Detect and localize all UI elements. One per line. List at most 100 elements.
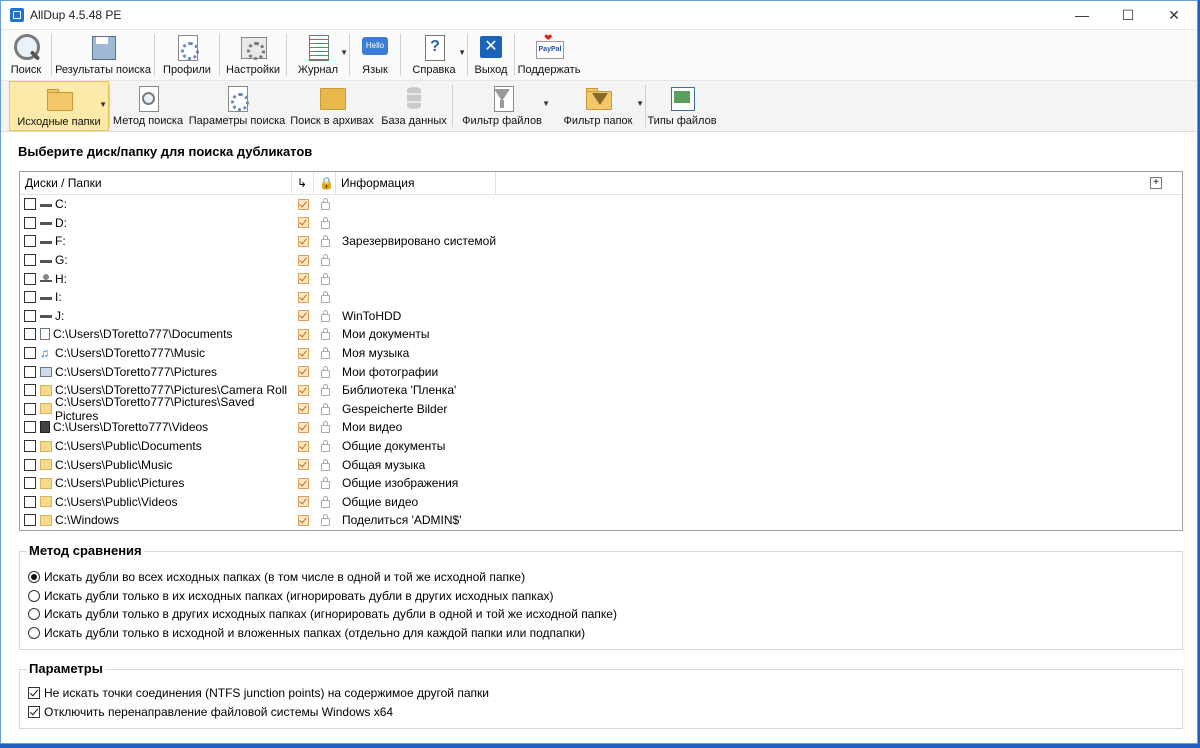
lock-icon[interactable] (320, 272, 330, 285)
lock-icon[interactable] (320, 421, 330, 434)
toolbar-file-filter-button[interactable]: Фильтр файлов ▼ (453, 81, 551, 131)
include-checkbox[interactable] (24, 216, 36, 229)
lock-icon[interactable] (320, 198, 330, 211)
lock-icon[interactable] (320, 291, 330, 304)
radio-button[interactable] (28, 626, 40, 639)
subfolders-column-icon[interactable]: ↳ (292, 172, 314, 194)
maximize-button[interactable]: ☐ (1105, 1, 1151, 29)
column-header-path[interactable]: Диски / Папки (20, 172, 292, 194)
include-checkbox[interactable] (24, 347, 36, 360)
toolbar-results-button[interactable]: Результаты поиска (52, 30, 154, 80)
table-row[interactable]: I: (20, 288, 1182, 307)
lock-icon[interactable] (320, 402, 330, 415)
table-row[interactable]: D: (20, 214, 1182, 233)
table-row[interactable]: C:\Users\Public\Videos Общие видео (20, 493, 1182, 512)
include-checkbox[interactable] (24, 309, 36, 322)
include-checkbox[interactable] (24, 421, 36, 434)
table-row[interactable]: F: Зарезервировано системой (20, 232, 1182, 251)
subfolders-checkbox[interactable] (297, 273, 309, 285)
subfolders-checkbox[interactable] (297, 217, 309, 229)
lock-column-icon[interactable]: 🔒 (314, 172, 336, 194)
toolbar-help-button[interactable]: ? Справка ▼ (401, 30, 467, 80)
table-row[interactable]: C:\Users\DToretto777\Pictures Мои фотогра… (20, 362, 1182, 381)
chevron-down-icon[interactable]: ▼ (340, 48, 348, 57)
subfolders-checkbox[interactable] (297, 403, 309, 415)
subfolders-checkbox[interactable] (297, 421, 309, 433)
method-option-1[interactable]: Искать дубли во всех исходных папках (в … (20, 568, 1182, 587)
toolbar-search-button[interactable]: Поиск (1, 30, 51, 80)
lock-icon[interactable] (320, 384, 330, 397)
include-checkbox[interactable] (24, 272, 36, 285)
lock-icon[interactable] (320, 309, 330, 322)
include-checkbox[interactable] (24, 402, 36, 415)
toolbar-exit-button[interactable]: ✕ Выход (468, 30, 514, 80)
subfolders-checkbox[interactable] (297, 254, 309, 266)
minimize-button[interactable]: — (1059, 1, 1105, 29)
toolbar-archive-search-button[interactable]: Поиск в архивах (288, 81, 376, 131)
lock-icon[interactable] (320, 495, 330, 508)
table-row[interactable]: G: (20, 251, 1182, 270)
subfolders-checkbox[interactable] (297, 366, 309, 378)
include-checkbox[interactable] (24, 254, 36, 267)
toolbar-search-params-button[interactable]: Параметры поиска (186, 81, 288, 131)
include-checkbox[interactable] (24, 328, 36, 341)
toolbar-search-method-button[interactable]: Метод поиска (110, 81, 186, 131)
toolbar-language-button[interactable]: Hello Язык (350, 30, 400, 80)
include-checkbox[interactable] (24, 495, 36, 508)
toolbar-profiles-button[interactable]: Профили (155, 30, 219, 80)
include-checkbox[interactable] (24, 291, 36, 304)
include-checkbox[interactable] (24, 458, 36, 471)
table-row[interactable]: ♫ C:\Users\DToretto777\Music Моя музыка (20, 344, 1182, 363)
include-checkbox[interactable] (24, 365, 36, 378)
table-row[interactable]: C:\Users\DToretto777\Pictures\Saved Pict… (20, 395, 1182, 423)
subfolders-checkbox[interactable] (297, 440, 309, 452)
close-button[interactable]: ✕ (1151, 1, 1197, 29)
method-option-2[interactable]: Искать дубли только в их исходных папках… (20, 587, 1182, 606)
subfolders-checkbox[interactable] (297, 310, 309, 322)
checkbox[interactable] (28, 687, 40, 700)
table-row[interactable]: J: WinToHDD (20, 307, 1182, 326)
radio-button[interactable] (28, 608, 40, 621)
parameter-option-1[interactable]: Не искать точки соединения (NTFS junctio… (20, 684, 1182, 703)
table-row[interactable]: C:\Users\Public\Music Общая музыка (20, 455, 1182, 474)
table-row[interactable]: C:\Users\Public\Documents Общие документы (20, 437, 1182, 456)
lock-icon[interactable] (320, 347, 330, 360)
source-folder-tree[interactable]: Диски / Папки ↳ 🔒 Информация + C: D: F: Зар… (19, 171, 1183, 531)
method-option-3[interactable]: Искать дубли только в других исходных па… (20, 605, 1182, 624)
column-header-info[interactable]: Информация (336, 172, 496, 194)
table-row[interactable]: C:\Users\DToretto777\Videos Мои видео (20, 418, 1182, 437)
toolbar-log-button[interactable]: Журнал ▼ (287, 30, 349, 80)
include-checkbox[interactable] (24, 514, 36, 527)
subfolders-checkbox[interactable] (297, 514, 309, 526)
toolbar-folder-filter-button[interactable]: Фильтр папок ▼ (551, 81, 645, 131)
subfolders-checkbox[interactable] (297, 459, 309, 471)
lock-icon[interactable] (320, 216, 330, 229)
lock-icon[interactable] (320, 254, 330, 267)
parameter-option-2[interactable]: Отключить перенаправление файловой систе… (20, 703, 1182, 722)
toolbar-database-button[interactable]: База данных (376, 81, 452, 131)
toolbar-source-folders-button[interactable]: Исходные папки ▼ (9, 81, 109, 131)
include-checkbox[interactable] (24, 235, 36, 248)
toolbar-donate-button[interactable]: ❤ PayPal Поддержать (515, 30, 583, 80)
subfolders-checkbox[interactable] (297, 235, 309, 247)
chevron-down-icon[interactable]: ▼ (99, 100, 107, 109)
subfolders-checkbox[interactable] (297, 384, 309, 396)
radio-button[interactable] (28, 571, 40, 584)
table-row[interactable]: C:\Windows Поделиться 'ADMIN$' (20, 511, 1182, 530)
subfolders-checkbox[interactable] (297, 328, 309, 340)
lock-icon[interactable] (320, 328, 330, 341)
chevron-down-icon[interactable]: ▼ (542, 99, 550, 108)
lock-icon[interactable] (320, 514, 330, 527)
method-option-4[interactable]: Искать дубли только в исходной и вложенн… (20, 624, 1182, 643)
toolbar-file-types-button[interactable]: Типы файлов (646, 81, 718, 131)
chevron-down-icon[interactable]: ▼ (458, 48, 466, 57)
lock-icon[interactable] (320, 365, 330, 378)
radio-button[interactable] (28, 589, 40, 602)
lock-icon[interactable] (320, 440, 330, 453)
table-row[interactable]: C:\Users\Public\Pictures Общие изображени… (20, 474, 1182, 493)
toolbar-settings-button[interactable]: Настройки (220, 30, 286, 80)
expand-columns-button[interactable]: + (1150, 177, 1162, 189)
table-row[interactable]: H: (20, 269, 1182, 288)
include-checkbox[interactable] (24, 440, 36, 453)
include-checkbox[interactable] (24, 477, 36, 490)
